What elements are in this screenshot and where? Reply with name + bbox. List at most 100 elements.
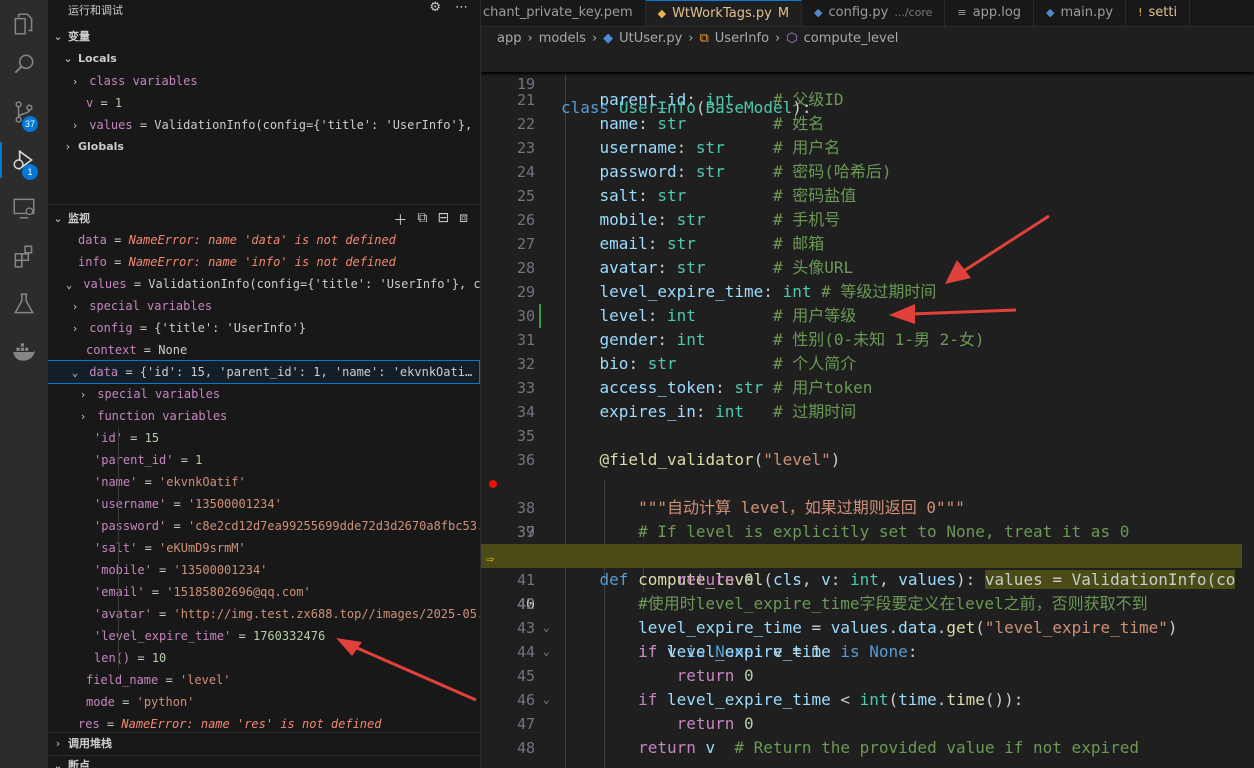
annotation-arrow [889,304,1017,324]
settings-gear-icon[interactable]: ⚙ [429,0,441,18]
code-line: 26 mobile: str # 手机号 [516,210,841,229]
chevron-right-icon: › [79,388,87,401]
code-line: 31 gender: int # 性别(0-未知 1-男 2-女) [516,330,985,349]
dict-field-row[interactable]: 'mobile' = '13500001234' [48,559,480,581]
watch-values[interactable]: ⌄ values = ValidationInfo(config={'title… [48,273,480,295]
method-icon: ⬡ [786,30,798,46]
code-line: 48 return v # Return the provided value … [516,738,1139,757]
watch-config[interactable]: › config = {'title': 'UserInfo'} [48,317,480,339]
dict-field-row[interactable]: 'id' = 15 [48,427,480,449]
fold-chevron-icon[interactable]: ⌄ [543,688,550,712]
panel-title: 运行和调试 [68,4,123,17]
code-line: 46 ⌄ if level_expire_time < int(time.time… [481,688,1254,712]
breakpoints-section-header[interactable]: ⌄ 断点 [48,755,480,768]
code-line: 30 level: int # 用户等级 [481,304,1254,328]
tab-main[interactable]: ◆ main.py [1034,0,1127,26]
add-expression-icon[interactable]: ＋ [393,210,407,230]
code-line: 47 return 0 [516,714,754,733]
code-line: 41 return 0 [516,570,754,589]
chevron-right-icon: › [71,119,79,132]
chevron-right-icon: › [55,737,61,750]
tab-app-log[interactable]: ≡ app.log [945,0,1035,26]
breadcrumb-class[interactable]: UserInfo [715,31,769,46]
code-line: 25 salt: str # 密码盐值 [516,186,857,205]
collapse-all-icon[interactable]: ⊟ [437,210,449,230]
python-file-icon: ◆ [603,30,614,46]
annotation-arrow [945,214,1050,284]
watch-data-special[interactable]: › special variables [48,383,480,405]
remove-all-icon[interactable]: ⧈ [459,210,468,230]
code-line: 36 @field_validator("level") [516,450,841,469]
code-line: 24 password: str # 密码(哈希后) [516,162,892,181]
tab-private-key[interactable]: chant_private_key.pem [481,0,646,26]
tab-config[interactable]: ◆ config.py .../core [802,0,946,26]
editor-tabs: chant_private_key.pem ◆ WtWorkTags.py M … [481,0,1254,27]
breakpoint-icon[interactable] [489,480,497,488]
code-line: 27 email: str # 邮箱 [516,234,825,253]
python-file-icon: ◆ [1046,6,1055,19]
dict-field-row[interactable]: 'email' = '15185802696@qq.com' [48,581,480,603]
chevron-right-icon: › [71,322,79,335]
tab-settings[interactable]: ! setti [1126,0,1191,26]
code-line: 44 ⌄ if level_expire_time is None: [481,640,1254,664]
search-icon[interactable] [0,40,48,88]
code-line: 42 #使用时level_expire_time字段要定义在level之前，否则… [516,594,1148,613]
watch-data-function[interactable]: › function variables [48,405,480,427]
code-line: 23 username: str # 用户名 [516,138,841,157]
var-v[interactable]: v = 1 [48,92,480,114]
editor-scrollbar[interactable] [1242,48,1254,768]
docker-icon[interactable] [0,328,48,376]
current-execution-line: ⇨ 40 ⌄ if v is None: v = 1 [481,544,1254,661]
run-and-debug-panel: 运行和调试 ⚙ ⋯ ⌄ 变量 ⌄ Locals › class variables … [48,0,481,768]
dict-field-row[interactable]: 'parent_id' = 1 [48,449,480,471]
dict-field-row[interactable]: 'avatar' = 'http://img.test.zx688.top//i… [48,603,480,625]
breadcrumb-app[interactable]: app [497,31,521,46]
activity-bar: 37 1 [0,0,49,768]
more-actions-icon[interactable]: ⋯ [455,0,468,18]
remote-explorer-icon[interactable] [0,184,48,232]
tree-guide [118,427,119,669]
python-file-icon: ◆ [657,6,667,20]
code-line: 19 class UserInfo(BaseModel): [481,48,1254,117]
breadcrumb-models[interactable]: models [539,31,586,46]
run-debug-icon[interactable]: 1 [0,136,48,184]
watch-data[interactable]: data = NameError: name 'data' is not def… [48,229,480,251]
var-values[interactable]: › values = ValidationInfo(config={'title… [48,114,480,136]
refresh-icon[interactable]: ⧉ [417,210,427,230]
code-view[interactable]: 19 class UserInfo(BaseModel): id: int # … [481,48,1254,768]
variables-section-header[interactable]: ⌄ 变量 [48,26,480,48]
code-line: 39 # If level is explicitly set to None,… [516,522,1130,541]
locals-scope[interactable]: ⌄ Locals [48,48,480,70]
breadcrumb-method[interactable]: compute_level [804,31,899,46]
dict-field-row[interactable]: 'password' = 'c8e2cd12d7ea99255699dde72d… [48,515,480,537]
testing-icon[interactable] [0,280,48,328]
watch-info[interactable]: info = NameError: name 'info' is not def… [48,251,480,273]
watch-data-dict[interactable]: ⌄ data = {'id': 15, 'parent_id': 1, 'nam… [48,360,480,384]
code-line: 38 """自动计算 level，如果过期则返回 0""" [516,498,965,517]
chevron-down-icon: ⌄ [53,212,63,225]
chevron-down-icon: ⌄ [65,278,73,291]
breadcrumb-file[interactable]: UtUser.py [619,31,682,46]
tab-wtworktags[interactable]: ◆ WtWorkTags.py M [645,0,803,26]
dict-field-row[interactable]: 'username' = '13500001234' [48,493,480,515]
globals-scope[interactable]: › Globals [48,136,480,158]
extensions-icon[interactable] [0,232,48,280]
chevron-down-icon: ⌄ [53,759,63,768]
chevron-down-icon: ⌄ [53,30,63,43]
divider [48,204,480,205]
source-control-icon[interactable]: 37 [0,88,48,136]
code-line: 35 [516,427,535,445]
breadcrumb: app › models › ◆ UtUser.py › ⧉ UserInfo › ⬡ … [497,30,899,46]
watch-context[interactable]: context = None [48,339,480,361]
watch-special-variables[interactable]: › special variables [48,295,480,317]
dict-field-row[interactable]: 'name' = 'ekvnkOatif' [48,471,480,493]
chevron-down-icon: ⌄ [71,366,79,379]
dict-field-row[interactable]: 'salt' = 'eKUmD9srmM' [48,537,480,559]
code-line: 43 level_expire_time = values.data.get("… [516,618,1178,637]
code-line: 32 bio: str # 个人简介 [516,354,857,373]
chevron-right-icon: › [65,140,71,153]
fold-chevron-icon[interactable]: ⌄ [543,640,550,664]
var-class-variables[interactable]: › class variables [48,70,480,92]
call-stack-section-header[interactable]: › 调用堆栈 [48,733,480,755]
chevron-right-icon: › [71,300,79,313]
